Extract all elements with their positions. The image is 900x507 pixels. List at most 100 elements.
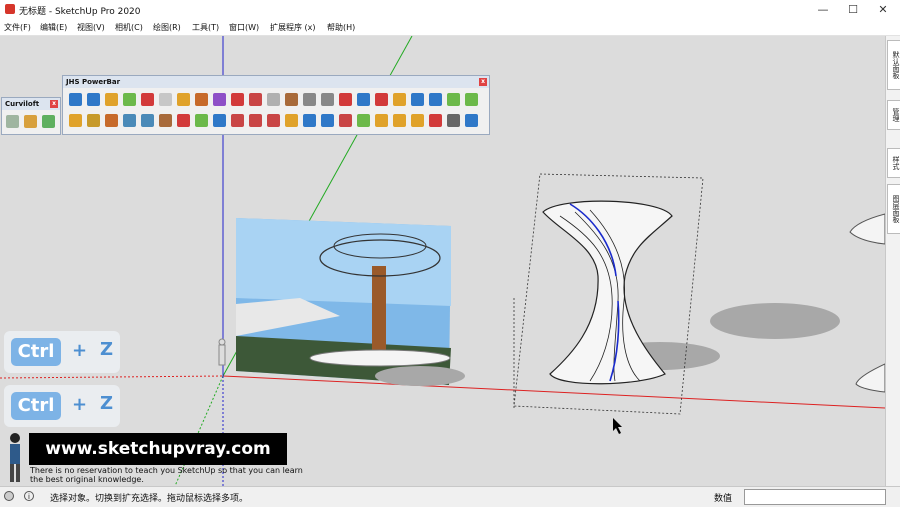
tool-icon[interactable] [213,114,226,127]
tool-icon[interactable] [249,114,262,127]
tool-icon[interactable] [267,93,280,106]
tool-icon[interactable] [123,93,136,106]
tool-icon[interactable] [429,114,442,127]
powerbar-close-button[interactable]: x [479,78,487,86]
powerbar-title: JHS PowerBar x [63,76,489,88]
tool-icon[interactable] [465,114,478,127]
presenter-figure-icon [10,433,20,482]
tool-icon[interactable] [375,114,388,127]
site-subtitle-line: the best original knowledge. [30,475,144,484]
tool-icon[interactable] [303,114,316,127]
app-icon [5,4,15,14]
menu-file[interactable]: 文件(F) [4,22,31,33]
tool-icon[interactable] [195,93,208,106]
menu-edit[interactable]: 编辑(E) [40,22,67,33]
skin-contours-icon[interactable] [24,115,37,128]
tool-icon[interactable] [411,93,424,106]
red-axis-negative [0,375,224,379]
tool-icon[interactable] [69,93,82,106]
menu-tools[interactable]: 工具(T) [192,22,219,33]
tool-icon[interactable] [159,93,172,106]
default-tray: 默认面板 管理 样式 图层面板 [885,36,900,486]
tray-tab-manage[interactable]: 管理 [887,100,900,130]
tray-tab-default[interactable]: 默认面板 [887,40,900,90]
minimize-button[interactable]: — [808,0,838,19]
menu-draw[interactable]: 绘图(R) [153,22,181,33]
mouse-cursor-icon [613,418,622,434]
shortcut-key: Ctrl [11,392,61,420]
tool-icon[interactable] [87,114,100,127]
tool-icon[interactable] [429,93,442,106]
tool-icon[interactable] [141,93,154,106]
tray-tab-styles[interactable]: 样式 [887,148,900,178]
partial-model-top[interactable] [849,213,885,245]
tool-icon[interactable] [357,114,370,127]
menu-view[interactable]: 视图(V) [77,22,105,33]
curviloft-toolbar[interactable]: Curviloft x [1,97,61,135]
tool-icon[interactable] [411,114,424,127]
photo-billboard[interactable] [236,218,451,385]
shortcut-badge: Ctrl + Z [4,385,120,427]
site-banner: www.sketchupvray.com [29,433,287,465]
tool-icon[interactable] [267,114,280,127]
maximize-button[interactable]: ☐ [838,0,868,19]
menu-window[interactable]: 窗口(W) [229,22,259,33]
tool-icon[interactable] [447,114,460,127]
tool-icon[interactable] [285,93,298,106]
close-button[interactable]: ✕ [868,0,898,19]
tool-icon[interactable] [303,93,316,106]
info-icon[interactable]: i [24,491,34,501]
tool-icon[interactable] [141,114,154,127]
site-subtitle: There is no reservation to teach you Ske… [30,466,330,484]
tool-icon[interactable] [213,93,226,106]
site-subtitle-line: There is no reservation to teach you Ske… [30,466,303,475]
scale-figure[interactable] [218,338,226,366]
tool-icon[interactable] [105,114,118,127]
curviloft-title: Curviloft x [2,98,60,110]
shortcut-letter: Z [100,339,114,360]
tray-tab-layers[interactable]: 图层面板 [887,184,900,234]
tool-icon[interactable] [123,114,136,127]
tool-icon[interactable] [177,93,190,106]
curviloft-close-button[interactable]: x [50,100,58,108]
tool-icon[interactable] [357,93,370,106]
measurements-input[interactable] [744,489,886,505]
tool-icon[interactable] [249,93,262,106]
tool-icon[interactable] [195,114,208,127]
tool-icon[interactable] [465,93,478,106]
tool-icon[interactable] [393,114,406,127]
powerbar-row-2 [65,112,485,130]
tool-icon[interactable] [231,114,244,127]
tool-icon[interactable] [231,93,244,106]
status-bar: i 选择对象。切换到扩充选择。拖动鼠标选择多项。 数值 [0,486,900,507]
tool-icon[interactable] [339,114,352,127]
tool-icon[interactable] [87,93,100,106]
tool-icon[interactable] [105,93,118,106]
status-light-icon[interactable] [4,491,14,501]
powerbar-title-text: JHS PowerBar [66,78,121,86]
tool-icon[interactable] [159,114,172,127]
menu-help[interactable]: 帮助(H) [327,22,355,33]
menu-camera[interactable]: 相机(C) [115,22,143,33]
curviloft-title-text: Curviloft [5,100,40,108]
tree-sculpture-model[interactable] [513,173,840,415]
jhs-powerbar-toolbar[interactable]: JHS PowerBar x [62,75,490,135]
shortcut-letter: Z [100,393,114,414]
tool-icon[interactable] [375,93,388,106]
loft-by-spline-icon[interactable] [6,115,19,128]
partial-model-bottom[interactable] [855,363,885,393]
tool-icon[interactable] [285,114,298,127]
menu-extensions[interactable]: 扩展程序 (x) [270,22,316,33]
menu-bar: 文件(F) 编辑(E) 视图(V) 相机(C) 绘图(R) 工具(T) 窗口(W… [0,19,900,36]
tool-icon[interactable] [339,93,352,106]
tool-icon[interactable] [177,114,190,127]
tool-icon[interactable] [321,114,334,127]
tool-icon[interactable] [69,114,82,127]
tool-icon[interactable] [321,93,334,106]
tool-icon[interactable] [447,93,460,106]
status-message: 选择对象。切换到扩充选择。拖动鼠标选择多项。 [50,494,249,504]
loft-along-path-icon[interactable] [42,115,55,128]
title-bar: 无标题 - SketchUp Pro 2020 — ☐ ✕ [0,0,900,19]
shortcut-plus: + [72,394,88,415]
tool-icon[interactable] [393,93,406,106]
